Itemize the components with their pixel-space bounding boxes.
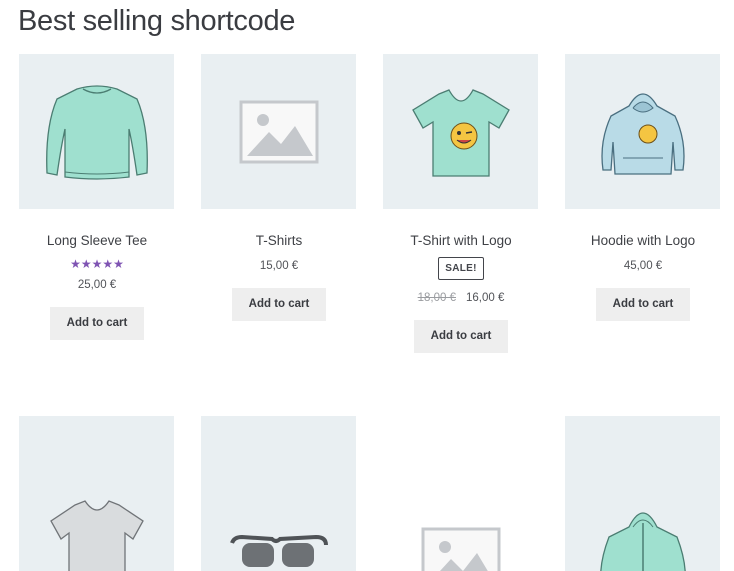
sunglasses-image — [229, 534, 328, 567]
add-to-cart-button[interactable]: Add to cart — [232, 288, 326, 321]
product-price: 45,00 € — [623, 260, 663, 272]
product-card: T-Shirts 15,00 € Add to cart — [201, 54, 357, 321]
product-price: 18,00 € 16,00 € — [383, 290, 539, 306]
product-card: Hoodie with Logo 45,00 € Add to cart — [565, 54, 721, 321]
product-price: 15,00 € — [259, 260, 299, 272]
tshirt-logo-image — [411, 88, 510, 177]
tshirt-grey-image — [49, 500, 144, 571]
long-sleeve-tee-image — [45, 84, 148, 180]
sale-price: 16,00 € — [466, 292, 505, 304]
placeholder-image — [421, 527, 500, 571]
star-rating: ★★★★★ — [70, 257, 124, 271]
product-image-link[interactable] — [565, 54, 720, 209]
placeholder-image — [239, 100, 318, 163]
product-image-link[interactable] — [383, 54, 538, 209]
product-grid: Long Sleeve Tee ★★★★★ 25,00 € Add to car… — [0, 0, 734, 571]
old-price: 18,00 € — [417, 292, 456, 304]
product-image-link[interactable] — [19, 54, 174, 209]
product-title-link[interactable]: T-Shirt with Logo — [383, 232, 539, 250]
hoodie-zip-image — [599, 512, 686, 571]
hoodie-logo-image — [600, 92, 685, 175]
sale-badge: SALE! — [438, 257, 484, 280]
product-title-link[interactable]: Hoodie with Logo — [565, 232, 721, 250]
product-price: 25,00 € — [77, 279, 117, 291]
product-card: Long Sleeve Tee ★★★★★ 25,00 € Add to car… — [19, 54, 175, 340]
add-to-cart-button[interactable]: Add to cart — [414, 320, 508, 353]
product-title-link[interactable]: T-Shirts — [201, 232, 357, 250]
product-card: T-Shirt with Logo SALE! 18,00 € 16,00 € A… — [383, 54, 539, 353]
product-image-link[interactable] — [201, 54, 356, 209]
add-to-cart-button[interactable]: Add to cart — [596, 288, 690, 321]
add-to-cart-button[interactable]: Add to cart — [50, 307, 144, 340]
product-title-link[interactable]: Long Sleeve Tee — [19, 232, 175, 250]
